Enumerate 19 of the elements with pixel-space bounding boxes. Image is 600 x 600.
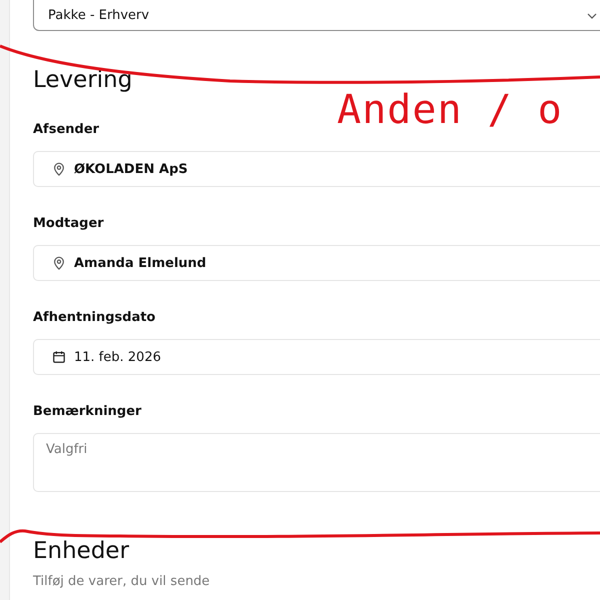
field-value: ØKOLADEN ApS: [74, 162, 188, 176]
location-pin-icon: [52, 256, 66, 270]
section-title: Enheder: [33, 538, 130, 564]
location-field[interactable]: Amanda Elmelund: [33, 245, 600, 281]
field-label: Afhentningsdato: [33, 309, 156, 327]
section-subtitle: Tilføj de varer, du vil sende: [33, 574, 210, 589]
section-title: Levering: [33, 67, 132, 93]
location-pin-icon: [52, 162, 66, 176]
calendar-icon: [52, 350, 66, 364]
field-label: Bemærkninger: [33, 403, 142, 421]
date-field[interactable]: 11. feb. 2026: [33, 339, 600, 375]
location-field[interactable]: ØKOLADEN ApS: [33, 151, 600, 187]
remarks-field[interactable]: Valgfri: [33, 433, 600, 492]
field-label: Modtager: [33, 215, 105, 233]
field-label: Afsender: [33, 121, 100, 139]
annotation-text: Anden / o: [337, 86, 563, 134]
field-value: Amanda Elmelund: [74, 256, 206, 270]
field-value: 11. feb. 2026: [74, 350, 161, 364]
type-dropdown[interactable]: Pakke - Erhverv: [33, 0, 600, 31]
